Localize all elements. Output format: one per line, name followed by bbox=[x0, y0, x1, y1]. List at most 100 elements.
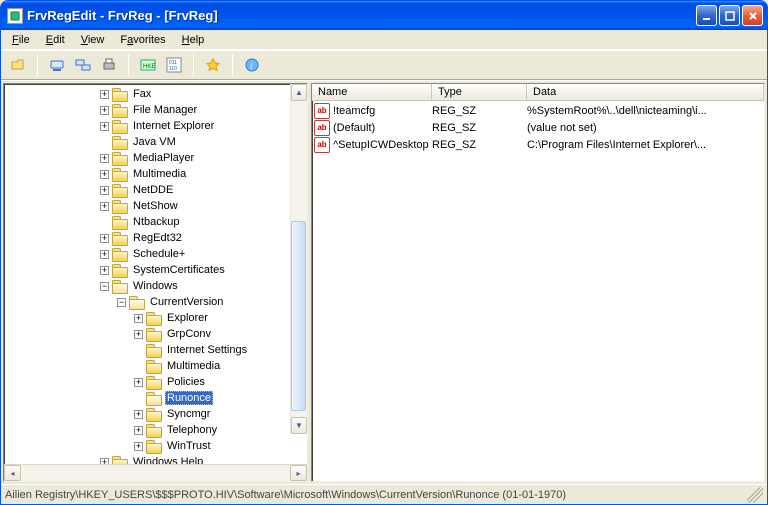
menu-file[interactable]: File bbox=[5, 32, 37, 48]
resize-grip-icon[interactable] bbox=[747, 487, 763, 503]
tree-label[interactable]: Fax bbox=[131, 87, 153, 101]
tree-item[interactable]: Internet Settings bbox=[4, 342, 307, 358]
tool-local-icon[interactable] bbox=[46, 54, 68, 76]
tree-item[interactable]: Java VM bbox=[4, 134, 307, 150]
menu-edit[interactable]: Edit bbox=[39, 32, 72, 48]
collapse-icon[interactable]: − bbox=[100, 282, 109, 291]
tree-item[interactable]: + MediaPlayer bbox=[4, 150, 307, 166]
menu-view[interactable]: View bbox=[74, 32, 112, 48]
expand-icon[interactable]: + bbox=[100, 170, 109, 179]
tree-label[interactable]: Internet Explorer bbox=[131, 119, 216, 133]
values-list[interactable]: ab!teamcfgREG_SZ%SystemRoot%\..\dell\nic… bbox=[312, 101, 764, 153]
tree-label[interactable]: CurrentVersion bbox=[148, 295, 225, 309]
tree-label[interactable]: Java VM bbox=[131, 135, 178, 149]
title-bar[interactable]: FrvRegEdit - FrvReg - [FrvReg] bbox=[1, 1, 767, 30]
expand-icon[interactable]: + bbox=[134, 330, 143, 339]
expand-icon[interactable]: + bbox=[100, 458, 109, 465]
tree-item[interactable]: Multimedia bbox=[4, 358, 307, 374]
list-row[interactable]: ab^SetupICWDesktopREG_SZC:\Program Files… bbox=[312, 136, 764, 153]
close-button[interactable] bbox=[742, 5, 763, 26]
expand-icon[interactable]: + bbox=[100, 250, 109, 259]
menu-help[interactable]: Help bbox=[175, 32, 212, 48]
scroll-left-icon[interactable]: ◂ bbox=[4, 465, 21, 481]
tree-item[interactable]: + Internet Explorer bbox=[4, 118, 307, 134]
tree-label[interactable]: NetShow bbox=[131, 199, 180, 213]
tool-info-icon[interactable]: i bbox=[241, 54, 263, 76]
tree-label[interactable]: WinTrust bbox=[165, 439, 213, 453]
tree-vertical-scrollbar[interactable]: ▲ ▼ bbox=[290, 84, 307, 434]
tree-label[interactable]: Policies bbox=[165, 375, 207, 389]
tree-item[interactable]: + NetShow bbox=[4, 198, 307, 214]
tree-item[interactable]: + Explorer bbox=[4, 310, 307, 326]
tool-print-icon[interactable] bbox=[98, 54, 120, 76]
tree-item[interactable]: + NetDDE bbox=[4, 182, 307, 198]
tree-item[interactable]: + SystemCertificates bbox=[4, 262, 307, 278]
tree-label[interactable]: Windows bbox=[131, 279, 180, 293]
tree-item[interactable]: + GrpConv bbox=[4, 326, 307, 342]
tree-item[interactable]: Runonce bbox=[4, 390, 307, 406]
tree-label[interactable]: File Manager bbox=[131, 103, 199, 117]
tree-item[interactable]: + Schedule+ bbox=[4, 246, 307, 262]
expand-icon[interactable]: + bbox=[134, 426, 143, 435]
tree-label[interactable]: Multimedia bbox=[165, 359, 222, 373]
column-type[interactable]: Type bbox=[432, 84, 527, 100]
tree-label[interactable]: Multimedia bbox=[131, 167, 188, 181]
expand-icon[interactable]: + bbox=[134, 442, 143, 451]
column-name[interactable]: Name bbox=[312, 84, 432, 100]
scroll-thumb[interactable] bbox=[291, 221, 306, 411]
tree-label[interactable]: Windows Help bbox=[131, 455, 205, 464]
tree-label[interactable]: Telephony bbox=[165, 423, 219, 437]
expand-icon[interactable]: + bbox=[100, 90, 109, 99]
tree-label[interactable]: Explorer bbox=[165, 311, 210, 325]
expand-icon[interactable]: + bbox=[100, 266, 109, 275]
tree-item[interactable]: − CurrentVersion bbox=[4, 294, 307, 310]
tree-item[interactable]: + Policies bbox=[4, 374, 307, 390]
tree-horizontal-scrollbar[interactable]: ◂ ▸ bbox=[4, 464, 307, 481]
expand-icon[interactable]: + bbox=[100, 106, 109, 115]
tree-item[interactable]: + Windows Help bbox=[4, 454, 307, 464]
tree-label[interactable]: NetDDE bbox=[131, 183, 175, 197]
tree-item[interactable]: Ntbackup bbox=[4, 214, 307, 230]
menu-favorites[interactable]: Favorites bbox=[113, 32, 172, 48]
scroll-up-icon[interactable]: ▲ bbox=[291, 84, 307, 101]
tool-binary-icon[interactable]: 011110 bbox=[163, 54, 185, 76]
registry-tree[interactable]: + Fax + File Manager + Internet Explorer Java … bbox=[4, 84, 307, 464]
tree-item[interactable]: + Syncmgr bbox=[4, 406, 307, 422]
column-data[interactable]: Data bbox=[527, 84, 764, 100]
list-row[interactable]: ab(Default)REG_SZ(value not set) bbox=[312, 119, 764, 136]
expand-icon[interactable]: + bbox=[100, 154, 109, 163]
tree-item[interactable]: + Multimedia bbox=[4, 166, 307, 182]
tree-label[interactable]: MediaPlayer bbox=[131, 151, 196, 165]
minimize-button[interactable] bbox=[696, 5, 717, 26]
scroll-right-icon[interactable]: ▸ bbox=[290, 465, 307, 481]
maximize-button[interactable] bbox=[719, 5, 740, 26]
expand-icon[interactable]: + bbox=[100, 202, 109, 211]
expand-icon[interactable]: + bbox=[134, 314, 143, 323]
tree-item[interactable]: + RegEdt32 bbox=[4, 230, 307, 246]
expand-icon[interactable]: + bbox=[100, 234, 109, 243]
tree-label[interactable]: Runonce bbox=[165, 391, 213, 405]
tree-item[interactable]: − Windows bbox=[4, 278, 307, 294]
tree-label[interactable]: RegEdt32 bbox=[131, 231, 184, 245]
expand-icon[interactable]: + bbox=[134, 378, 143, 387]
tree-label[interactable]: GrpConv bbox=[165, 327, 213, 341]
expand-icon[interactable]: + bbox=[100, 186, 109, 195]
tool-hkey-icon[interactable]: HKEY bbox=[137, 54, 159, 76]
tree-label[interactable]: SystemCertificates bbox=[131, 263, 227, 277]
expand-icon[interactable]: + bbox=[134, 410, 143, 419]
tree-item[interactable]: + Fax bbox=[4, 86, 307, 102]
tool-open-icon[interactable] bbox=[7, 54, 29, 76]
collapse-icon[interactable]: − bbox=[117, 298, 126, 307]
list-row[interactable]: ab!teamcfgREG_SZ%SystemRoot%\..\dell\nic… bbox=[312, 102, 764, 119]
scroll-down-icon[interactable]: ▼ bbox=[291, 417, 307, 434]
tree-label[interactable]: Internet Settings bbox=[165, 343, 249, 357]
tool-favorite-icon[interactable] bbox=[202, 54, 224, 76]
expand-icon[interactable]: + bbox=[100, 122, 109, 131]
tree-label[interactable]: Schedule+ bbox=[131, 247, 187, 261]
tree-label[interactable]: Syncmgr bbox=[165, 407, 212, 421]
tree-item[interactable]: + File Manager bbox=[4, 102, 307, 118]
tool-remote-icon[interactable] bbox=[72, 54, 94, 76]
tree-label[interactable]: Ntbackup bbox=[131, 215, 181, 229]
tree-item[interactable]: + Telephony bbox=[4, 422, 307, 438]
tree-item[interactable]: + WinTrust bbox=[4, 438, 307, 454]
